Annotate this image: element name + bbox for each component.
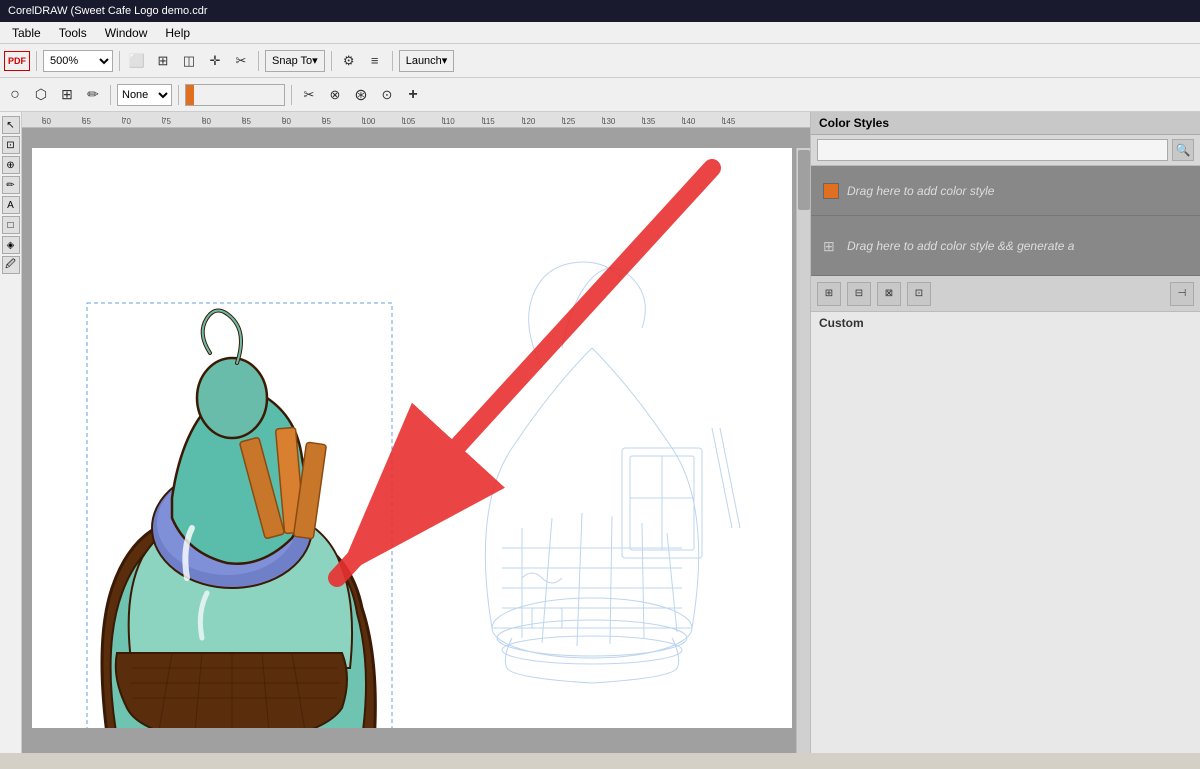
layers2-icon[interactable]: ⊙ [376,84,398,106]
launch-btn[interactable]: Launch ▾ [399,50,455,72]
snap-chevron-icon: ▾ [312,54,318,67]
layers-icon[interactable]: ⊛ [350,84,372,106]
drag-text-1: Drag here to add color style [847,184,994,198]
export-icon[interactable]: ⊣ [1170,282,1194,306]
color-search-input[interactable] [817,139,1168,161]
right-panel: Color Styles 🔍 Drag here to add color st… [810,112,1200,753]
separator2 [119,51,120,71]
crosshair-icon[interactable]: ✛ [204,50,226,72]
ruler-tick-65: 65 [82,117,122,127]
ruler-tick-95: 95 [322,117,362,127]
panel-title: Color Styles [811,112,1200,135]
none-dropdown[interactable]: None [117,84,172,106]
separator1 [36,51,37,71]
grid2-icon[interactable]: ⊠ [877,282,901,306]
color-swatch-orange [823,183,839,199]
main-layout: ↖ ⊡ ⊕ ✏ A □ ◈ 🖉 60 65 70 75 80 85 90 95 … [0,112,1200,753]
ruler-tick-85: 85 [242,117,282,127]
settings-icon[interactable]: ⚙ [338,50,360,72]
zoom-dropdown[interactable]: 500% 200% 100% 50% [43,50,113,72]
menu-tools[interactable]: Tools [51,24,95,42]
ruler-tick-90: 90 [282,117,322,127]
frame-icon[interactable]: ⬜ [126,50,148,72]
menu-table[interactable]: Table [4,24,49,42]
transform-icon[interactable]: ⊞ [56,84,78,106]
ruler-tick-70: 70 [122,117,162,127]
ruler-tick-135: 135 [642,117,682,127]
menu-window[interactable]: Window [97,24,156,42]
ruler-tick-60: 60 [42,117,82,127]
circle-icon[interactable]: ○ [4,84,26,106]
tool-zoom[interactable]: ⊕ [2,156,20,174]
drag-zone-2: ⊞ Drag here to add color style && genera… [811,216,1200,276]
ruler-tick-120: 120 [522,117,562,127]
title-bar: CorelDRAW (Sweet Cafe Logo demo.cdr [0,0,1200,22]
tool-select[interactable]: ↖ [2,116,20,134]
edit-nodes-icon[interactable]: ✂ [298,84,320,106]
ruler-tick-140: 140 [682,117,722,127]
canvas-area: 60 65 70 75 80 85 90 95 100 105 110 115 … [22,112,810,753]
ruler-tick-125: 125 [562,117,602,127]
toolbar1: PDF 500% 200% 100% 50% ⬜ ⊞ ◫ ✛ ✂ Snap To… [0,44,1200,78]
separator6 [110,85,111,105]
ruler-tick-130: 130 [602,117,642,127]
tool-node[interactable]: ⊡ [2,136,20,154]
pen-icon[interactable]: ✏ [82,84,104,106]
grid1-icon[interactable]: ⊟ [847,282,871,306]
separator8 [291,85,292,105]
title-text: CorelDRAW (Sweet Cafe Logo demo.cdr [8,5,208,17]
ruler-tick-80: 80 [202,117,242,127]
layout-icon[interactable]: ≡ [364,50,386,72]
drag-zone-1: Drag here to add color style [811,166,1200,216]
custom-label: Custom [811,312,1200,334]
separator4 [331,51,332,71]
right-panel-toolbar: ⊞ ⊟ ⊠ ⊡ ⊣ [811,276,1200,312]
snap-to-btn[interactable]: Snap To ▾ [265,50,325,72]
weld-icon[interactable]: ⊗ [324,84,346,106]
tool-pen[interactable]: ✏ [2,176,20,194]
ruler-tick-110: 110 [442,117,482,127]
tool-fill[interactable]: ◈ [2,236,20,254]
tool-text[interactable]: A [2,196,20,214]
ruler-ticks: 60 65 70 75 80 85 90 95 100 105 110 115 … [42,112,762,127]
grid-icon[interactable]: ⊞ [152,50,174,72]
menu-bar: Table Tools Window Help [0,22,1200,44]
add-icon[interactable]: + [402,84,424,106]
drag-text-2: Drag here to add color style && generate… [847,239,1074,253]
toolbar2: ○ ⬡ ⊞ ✏ None ✂ ⊗ ⊛ ⊙ + [0,78,1200,112]
separator5 [392,51,393,71]
edit-icon[interactable]: ✂ [230,50,252,72]
color-line-box[interactable] [185,84,285,106]
scrollbar-v[interactable] [796,148,810,753]
left-panel: ↖ ⊡ ⊕ ✏ A □ ◈ 🖉 [0,112,22,753]
scrollbar-thumb-v[interactable] [798,150,810,210]
separator7 [178,85,179,105]
ruler-tick-100: 100 [362,117,402,127]
launch-label: Launch [406,55,442,67]
ruler-tick-115: 115 [482,117,522,127]
grid3-icon[interactable]: ⊡ [907,282,931,306]
canvas-content[interactable]: Sweet Cafe [32,148,792,728]
illustration-svg: Sweet Cafe [32,148,792,728]
menu-help[interactable]: Help [157,24,198,42]
pdf-icon[interactable]: PDF [4,51,30,71]
tool-shape[interactable]: □ [2,216,20,234]
view-icon[interactable]: ◫ [178,50,200,72]
snap-to-label: Snap To [272,55,312,67]
ruler-tick-75: 75 [162,117,202,127]
search-icon-btn[interactable]: 🔍 [1172,139,1194,161]
tool-eyedrop[interactable]: 🖉 [2,256,20,274]
launch-chevron-icon: ▾ [442,54,448,67]
search-row: 🔍 [811,135,1200,166]
gradient-icon: ⊞ [823,238,839,254]
node-icon[interactable]: ⬡ [30,84,52,106]
new-style-icon[interactable]: ⊞ [817,282,841,306]
separator3 [258,51,259,71]
ruler-tick-145: 145 [722,117,762,127]
ruler-horizontal: 60 65 70 75 80 85 90 95 100 105 110 115 … [22,112,810,128]
ruler-tick-105: 105 [402,117,442,127]
